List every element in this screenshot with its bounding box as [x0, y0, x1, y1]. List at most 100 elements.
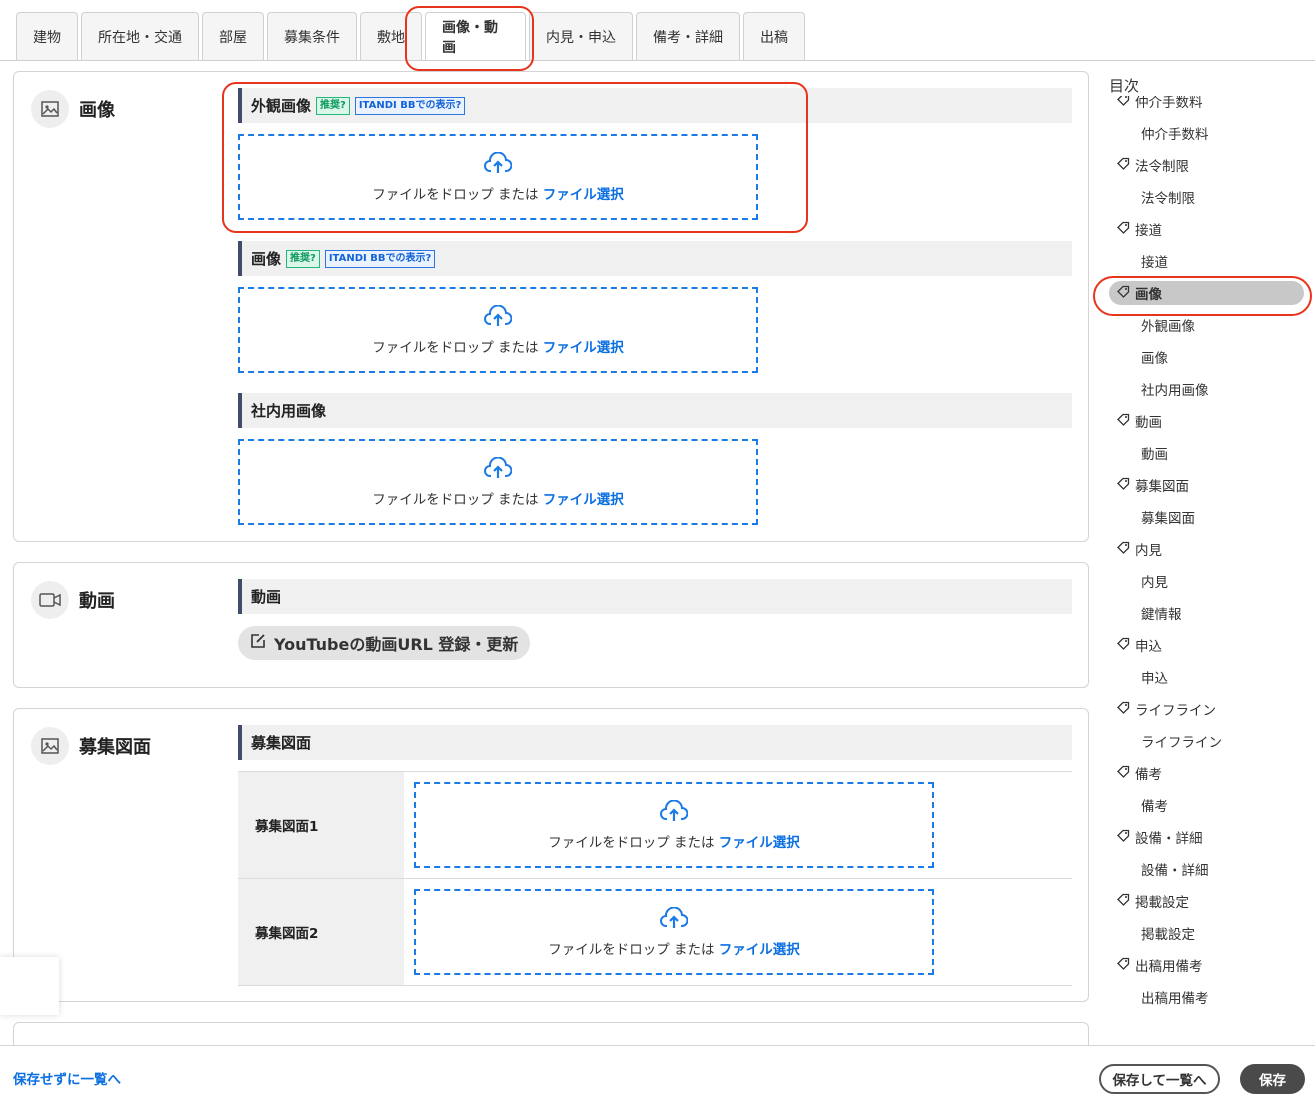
toc-item[interactable]: 備考: [1109, 757, 1309, 789]
toc-scroll: 仲介手数料 仲介手数料 法令制限 法令制限 接道 接道 画像 外観画像 画像 社…: [1109, 96, 1309, 1013]
tab-location[interactable]: 所在地・交通: [81, 12, 199, 61]
field-image: 画像 推奨? ITANDI BBでの表示?: [238, 241, 1072, 276]
video-section: 動画 動画 YouTubeの動画URL 登録・更新: [13, 562, 1089, 688]
toc-item[interactable]: 法令制限: [1109, 149, 1309, 181]
toc-item[interactable]: 鍵情報: [1109, 597, 1309, 629]
cloud-upload-icon: [484, 151, 513, 180]
toc-item[interactable]: 募集図面: [1109, 501, 1309, 533]
tag-icon: [1117, 413, 1130, 430]
toc-item[interactable]: 設備・詳細: [1109, 821, 1309, 853]
file-select-link[interactable]: ファイル選択: [719, 942, 800, 958]
toc-item[interactable]: 掲載設定: [1109, 917, 1309, 949]
tab-publish[interactable]: 出稿: [743, 12, 805, 61]
video-section-title: 動画: [79, 591, 115, 612]
toc-item[interactable]: 掲載設定: [1109, 885, 1309, 917]
tab-viewing[interactable]: 内見・申込: [529, 12, 633, 61]
floorplan-section: 募集図面 募集図面 募集図面1 ファイルをドロップ または ファイル選択 募集図…: [13, 708, 1089, 1002]
image-dropzone[interactable]: ファイルをドロップ または ファイル選択: [238, 287, 758, 373]
exterior-image-dropzone[interactable]: ファイルをドロップ または ファイル選択: [238, 134, 758, 220]
tab-media[interactable]: 画像・動画: [425, 12, 526, 61]
tab-notes[interactable]: 備考・詳細: [636, 12, 740, 61]
row-header: 募集図面2: [238, 879, 404, 985]
itandi-display-badge[interactable]: ITANDI BBでの表示?: [354, 96, 466, 115]
tab-conditions[interactable]: 募集条件: [267, 12, 357, 61]
toc-item[interactable]: 仲介手数料: [1109, 96, 1309, 117]
toc-item[interactable]: 出稿用備考: [1109, 949, 1309, 981]
tag-icon: [1117, 637, 1130, 654]
tab-building[interactable]: 建物: [16, 12, 78, 61]
tag-icon: [1117, 541, 1130, 558]
tag-icon: [1117, 477, 1130, 494]
table-row: 募集図面2 ファイルをドロップ または ファイル選択: [238, 879, 1072, 986]
dropzone-text: ファイルをドロップ または: [548, 834, 719, 851]
footer-bar: 保存せずに一覧へ 保存して一覧へ 保存: [0, 1045, 1315, 1099]
save-and-list-button[interactable]: 保存して一覧へ: [1099, 1064, 1220, 1094]
toc-item[interactable]: ライフライン: [1109, 725, 1309, 757]
tab-divider: [0, 60, 1315, 61]
toc-item[interactable]: 備考: [1109, 789, 1309, 821]
question-circle-icon: ?: [310, 252, 316, 264]
field-label: 社内用画像: [251, 402, 327, 420]
tab-room[interactable]: 部屋: [202, 12, 264, 61]
toc-item[interactable]: 動画: [1109, 437, 1309, 469]
field-floorplan: 募集図面: [238, 725, 1072, 760]
youtube-url-button-label: YouTubeの動画URL 登録・更新: [274, 635, 519, 654]
tab-site[interactable]: 敷地: [360, 12, 422, 61]
toc-item[interactable]: 出稿用備考: [1109, 981, 1309, 1013]
floorplan-section-title: 募集図面: [79, 737, 151, 758]
toc-item[interactable]: ライフライン: [1109, 693, 1309, 725]
tag-icon: [1117, 285, 1130, 302]
toc-item[interactable]: 法令制限: [1109, 181, 1309, 213]
cloud-upload-icon: [484, 456, 513, 485]
field-internal-image: 社内用画像: [238, 393, 1072, 428]
toc-item[interactable]: 募集図面: [1109, 469, 1309, 501]
file-select-link[interactable]: ファイル選択: [543, 187, 624, 203]
page: 建物 所在地・交通 部屋 募集条件 敷地 画像・動画 内見・申込 備考・詳細 出…: [0, 0, 1315, 1099]
file-select-link[interactable]: ファイル選択: [543, 492, 624, 508]
toc-item[interactable]: 仲介手数料: [1109, 117, 1309, 149]
floorplan1-dropzone[interactable]: ファイルをドロップ または ファイル選択: [414, 782, 934, 868]
youtube-url-button[interactable]: YouTubeの動画URL 登録・更新: [238, 626, 531, 660]
back-without-saving-link[interactable]: 保存せずに一覧へ: [13, 1068, 121, 1088]
toc-item[interactable]: 申込: [1109, 661, 1309, 693]
edit-icon: [250, 633, 266, 653]
floorplan-table: 募集図面1 ファイルをドロップ または ファイル選択 募集図面2 ファイルをドロ…: [238, 771, 1072, 986]
image-icon: [31, 90, 69, 128]
file-select-link[interactable]: ファイル選択: [719, 835, 800, 851]
dropzone-text: ファイルをドロップ または: [372, 491, 543, 508]
itandi-display-badge[interactable]: ITANDI BBでの表示?: [324, 249, 436, 268]
field-video: 動画: [238, 579, 1072, 614]
toc-item[interactable]: 設備・詳細: [1109, 853, 1309, 885]
toc-item[interactable]: 動画: [1109, 405, 1309, 437]
toc-item[interactable]: 社内用画像: [1109, 373, 1309, 405]
save-button[interactable]: 保存: [1240, 1064, 1305, 1094]
internal-image-dropzone[interactable]: ファイルをドロップ または ファイル選択: [238, 439, 758, 525]
image-section-title: 画像: [79, 100, 115, 121]
image-section-header: 画像: [31, 90, 115, 128]
toc-item[interactable]: 外観画像: [1109, 309, 1309, 341]
file-select-link[interactable]: ファイル選択: [543, 340, 624, 356]
tag-icon: [1117, 221, 1130, 238]
tab-bar: 建物 所在地・交通 部屋 募集条件 敷地 画像・動画 内見・申込 備考・詳細 出…: [16, 12, 805, 61]
floorplan2-dropzone[interactable]: ファイルをドロップ または ファイル選択: [414, 889, 934, 975]
question-circle-icon: ?: [425, 252, 432, 264]
cloud-upload-icon: [660, 799, 689, 828]
image-section: 画像 外観画像 推奨? ITANDI BBでの表示? ファイルをドロップ または…: [13, 71, 1089, 542]
tag-icon: [1117, 765, 1130, 782]
toc-item[interactable]: 申込: [1109, 629, 1309, 661]
dropzone-text: ファイルをドロップ または: [548, 941, 719, 958]
toc-item-active[interactable]: 画像: [1109, 281, 1304, 305]
toc-item[interactable]: 画像: [1109, 341, 1309, 373]
toc-list[interactable]: 仲介手数料 仲介手数料 法令制限 法令制限 接道 接道 画像 外観画像 画像 社…: [1109, 96, 1309, 1026]
toc-item[interactable]: 接道: [1109, 245, 1309, 277]
dropzone-text: ファイルをドロップ または: [372, 339, 543, 356]
video-section-header: 動画: [31, 581, 115, 619]
row-header: 募集図面1: [238, 772, 404, 878]
toc-item[interactable]: 内見: [1109, 565, 1309, 597]
floorplan-section-header: 募集図面: [31, 727, 151, 765]
question-circle-icon: ?: [340, 99, 346, 111]
toc-item[interactable]: 接道: [1109, 213, 1309, 245]
toc-item[interactable]: 内見: [1109, 533, 1309, 565]
field-exterior-image: 外観画像 推奨? ITANDI BBでの表示?: [238, 88, 1072, 123]
field-label: 動画: [251, 588, 282, 606]
